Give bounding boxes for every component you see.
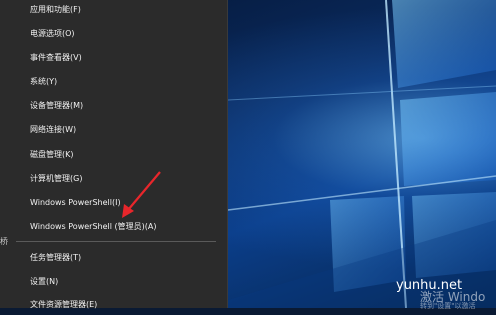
activate-windows-subtext: 转到"设置"以激活 — [420, 302, 476, 310]
red-arrow-annotation — [122, 171, 161, 218]
